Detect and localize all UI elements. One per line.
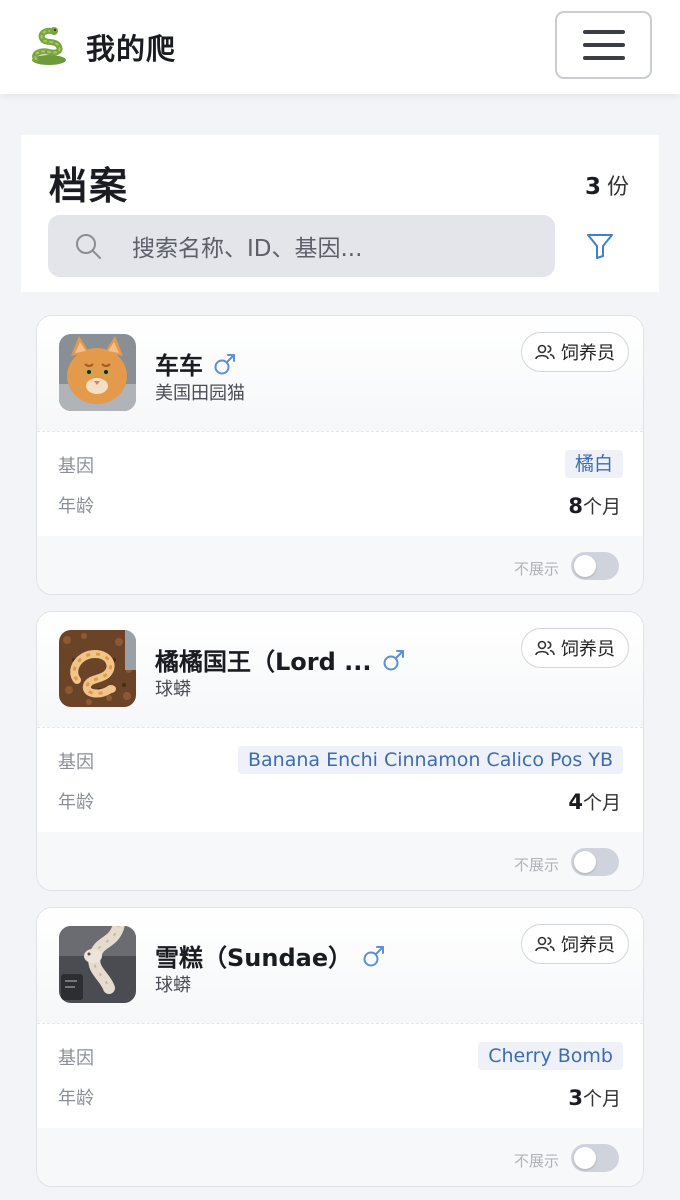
pet-species: 球蟒 [155, 975, 191, 996]
age-value: 8个月 [568, 492, 621, 519]
male-icon [363, 945, 385, 966]
gene-tag: Cherry Bomb [478, 1042, 623, 1070]
search-input[interactable]: 搜索名称、ID、基因... [48, 215, 555, 277]
visibility-toggle[interactable] [571, 1144, 619, 1172]
archive-header: 档案 3份 搜索名称、ID、基因... [21, 135, 659, 292]
pet-name: 雪糕（Sundae） [155, 944, 353, 972]
pet-name-row: 橘橘国王（Lord ... [155, 642, 406, 677]
hide-label: 不展示 [513, 856, 559, 874]
pet-species: 球蟒 [155, 679, 191, 700]
pet-name-row: 车车 [155, 346, 237, 381]
keeper-button[interactable]: 饲养员 [521, 628, 629, 668]
pet-card[interactable]: 雪糕（Sundae） 球蟒 饲养员 基因 Cherry Bomb 年龄 3个月 … [36, 907, 644, 1187]
age-unit: 个月 [582, 792, 621, 814]
pet-card[interactable]: 车车 美国田园猫 饲养员 基因 橘白 年龄 8个月 不展示 [36, 315, 644, 595]
male-icon [214, 353, 235, 374]
card-header: 橘橘国王（Lord ... 球蟒 饲养员 [37, 612, 643, 728]
age-label: 年龄 [58, 792, 94, 813]
gene-tag: 橘白 [564, 450, 623, 478]
keeper-button[interactable]: 饲养员 [521, 924, 629, 964]
age-value: 3个月 [568, 1084, 621, 1111]
pet-card[interactable]: 橘橘国王（Lord ... 球蟒 饲养员 基因 Banana Enchi Cin… [36, 611, 644, 891]
pet-species: 美国田园猫 [155, 383, 245, 404]
search-icon [76, 234, 101, 259]
gene-label: 基因 [58, 456, 94, 477]
keeper-button[interactable]: 饲养员 [521, 332, 629, 372]
hide-label: 不展示 [513, 1152, 559, 1170]
archive-count: 3份 [585, 169, 629, 201]
age-unit: 个月 [582, 1088, 621, 1110]
app-title: 我的爬 [86, 32, 177, 66]
users-icon [535, 344, 555, 360]
pet-avatar[interactable] [59, 926, 136, 1003]
pet-avatar[interactable] [59, 334, 136, 411]
age-value: 4个月 [568, 788, 621, 815]
keeper-label: 饲养员 [561, 639, 615, 660]
hamburger-menu-icon [582, 30, 625, 34]
card-footer: 不展示 [37, 536, 643, 594]
toggle-knob [574, 1147, 596, 1169]
menu-button[interactable] [555, 11, 652, 79]
count-number: 3 [584, 174, 601, 200]
age-label: 年龄 [58, 1088, 94, 1109]
age-number: 4 [568, 790, 583, 814]
toggle-knob [574, 555, 596, 577]
gene-label: 基因 [58, 752, 94, 773]
age-number: 8 [568, 494, 583, 518]
hide-label: 不展示 [513, 560, 559, 578]
pet-name-row: 雪糕（Sundae） [155, 938, 386, 973]
card-footer: 不展示 [37, 832, 643, 890]
toggle-knob [574, 851, 596, 873]
age-number: 3 [568, 1086, 583, 1110]
male-icon [383, 649, 404, 670]
filter-icon[interactable] [585, 231, 615, 261]
visibility-toggle[interactable] [571, 848, 619, 876]
keeper-label: 饲养员 [561, 343, 615, 364]
snake-icon [32, 27, 66, 65]
age-unit: 个月 [582, 496, 621, 518]
card-header: 车车 美国田园猫 饲养员 [37, 316, 643, 432]
page-title: 档案 [49, 164, 130, 208]
search-placeholder: 搜索名称、ID、基因... [132, 236, 363, 262]
gene-tag: Banana Enchi Cinnamon Calico Pos YB [238, 746, 623, 774]
visibility-toggle[interactable] [571, 552, 619, 580]
card-header: 雪糕（Sundae） 球蟒 饲养员 [37, 908, 643, 1024]
keeper-label: 饲养员 [561, 935, 615, 956]
pet-name: 车车 [155, 352, 203, 380]
pet-name: 橘橘国王（Lord ... [155, 648, 372, 676]
top-navbar: 我的爬 [0, 0, 680, 94]
age-label: 年龄 [58, 496, 94, 517]
count-unit: 份 [606, 175, 629, 200]
brand[interactable]: 我的爬 [28, 26, 176, 68]
users-icon [535, 936, 555, 952]
gene-label: 基因 [58, 1048, 94, 1069]
card-footer: 不展示 [37, 1128, 643, 1186]
users-icon [535, 640, 555, 656]
pet-avatar[interactable] [59, 630, 136, 707]
